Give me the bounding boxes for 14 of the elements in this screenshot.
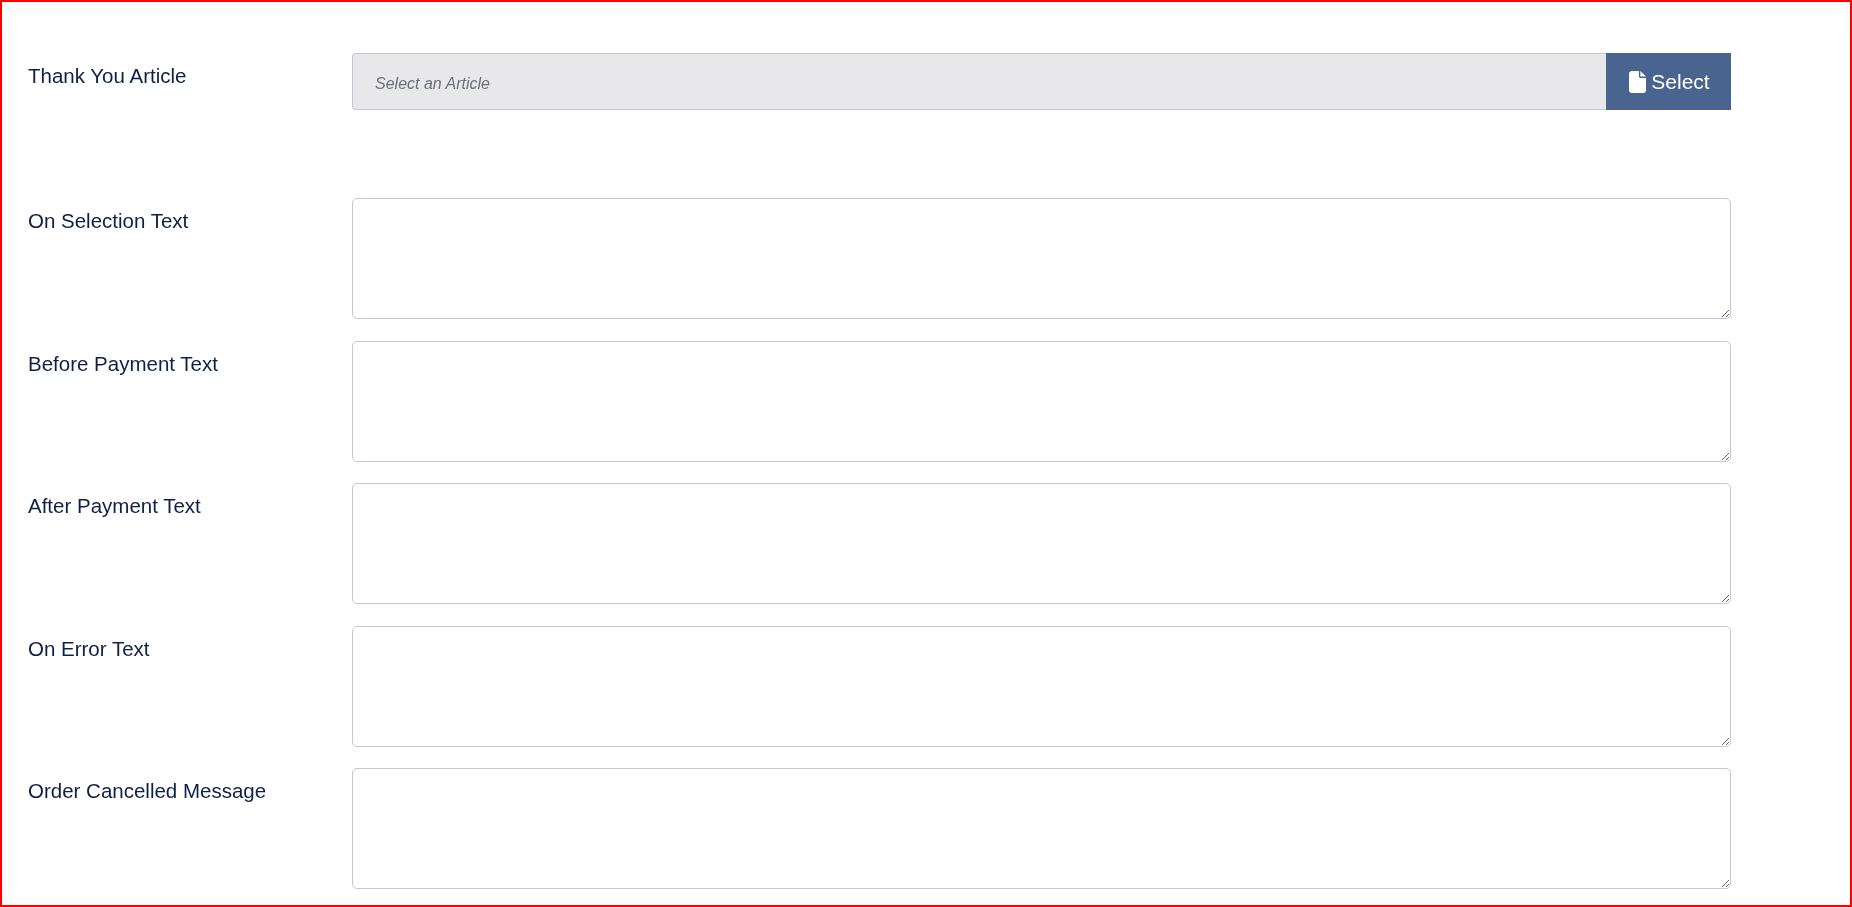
file-icon — [1629, 70, 1647, 93]
text-area-field[interactable] — [352, 483, 1731, 604]
field-label: On Selection Text — [28, 209, 189, 233]
field-label: Thank You Article — [28, 64, 187, 88]
field-label: On Error Text — [28, 636, 150, 661]
select-button[interactable]: Select — [1606, 53, 1731, 110]
field-label: Before Payment Text — [28, 351, 218, 376]
text-area-field[interactable] — [352, 198, 1731, 319]
field-label: Order Cancelled Message — [28, 779, 267, 803]
field-label: After Payment Text — [28, 494, 201, 518]
text-area-field[interactable] — [352, 768, 1731, 889]
text-area-field[interactable] — [352, 625, 1731, 747]
article-field[interactable]: Select an Article — [352, 53, 1606, 110]
text-area-field[interactable] — [352, 340, 1731, 462]
